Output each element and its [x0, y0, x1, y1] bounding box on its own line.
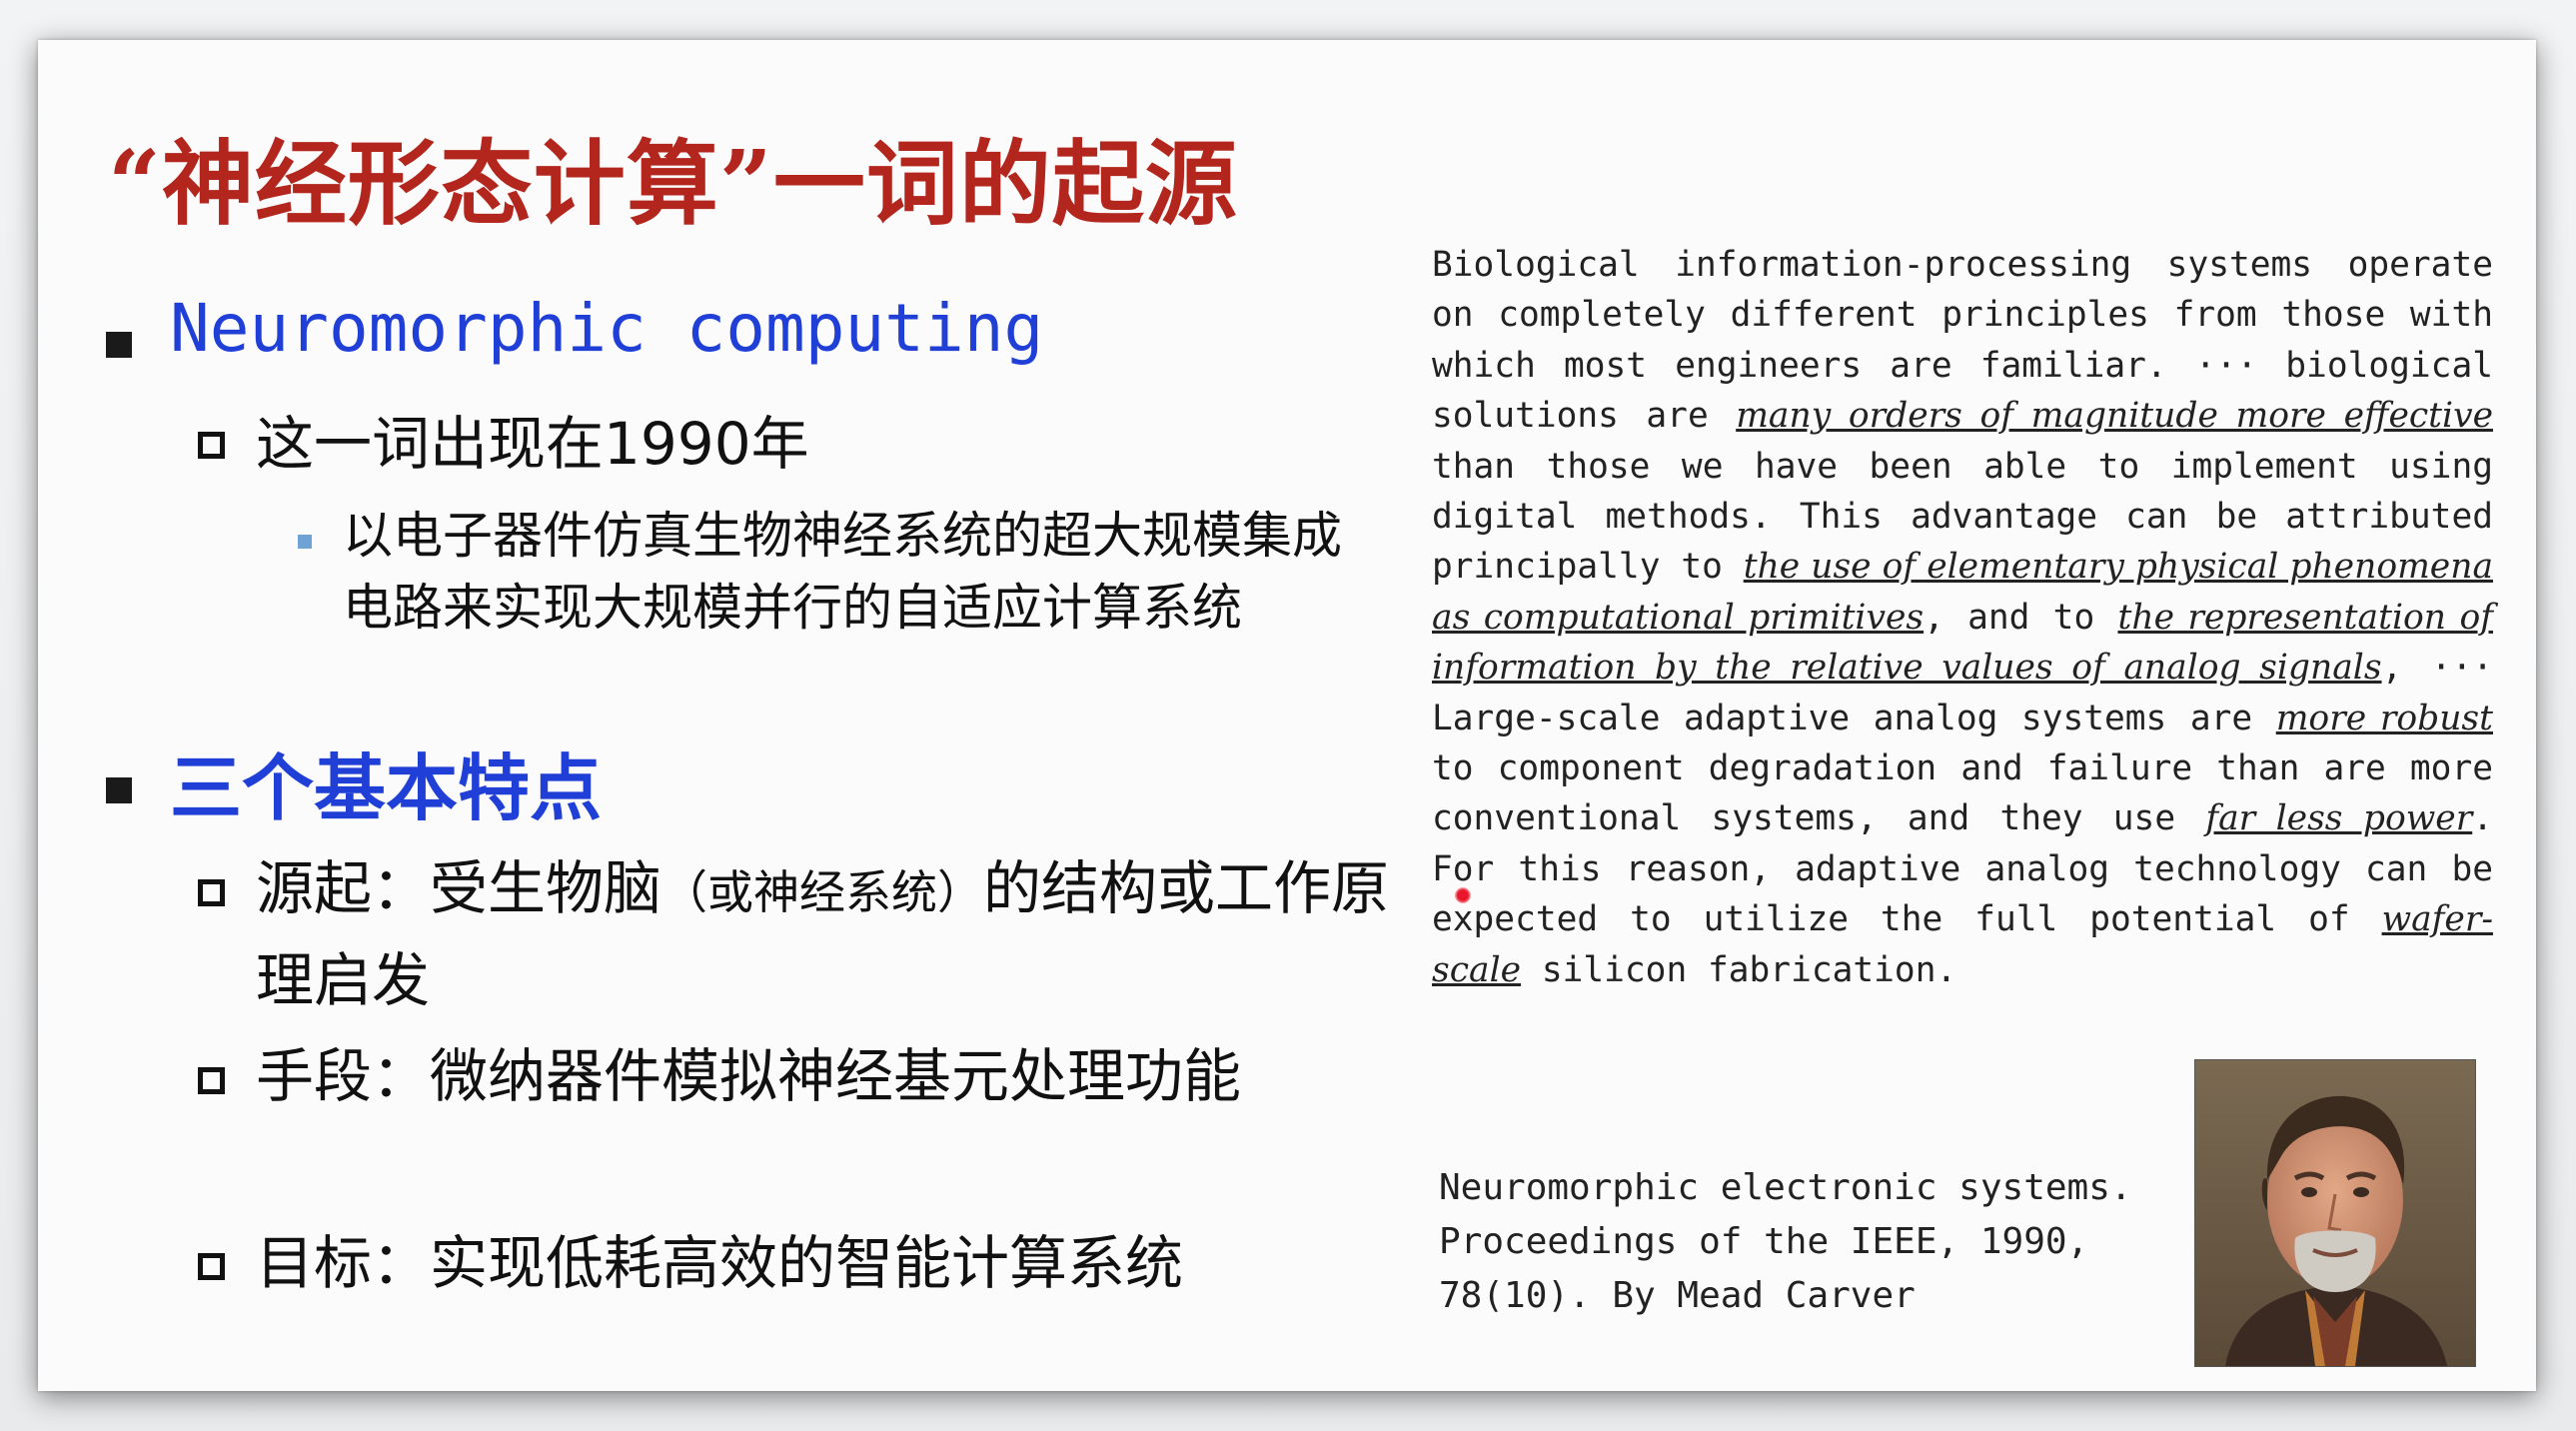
screen-frame: “神经形态计算”一词的起源 Neuromorphic computing 这一词…	[0, 0, 2576, 1431]
quote-highlight: more robust	[2275, 698, 2493, 738]
citation-line: Proceedings of the IEEE, 1990,	[1439, 1221, 2089, 1262]
sub-item-year: 这一词出现在1990年	[256, 410, 809, 478]
citation-line: 78(10). By Mead Carver	[1439, 1275, 1916, 1316]
mead-quote: Biological information-processing system…	[1432, 240, 2493, 995]
bullet-hollow-icon	[198, 432, 225, 459]
bullet-hollow-icon	[198, 879, 225, 906]
section-heading-features: 三个基本特点	[170, 746, 603, 830]
quote-text: silicon fabrication.	[1521, 949, 1957, 990]
bullet-hollow-icon	[198, 1067, 225, 1094]
feature-origin-main: 源起：受生物脑	[256, 854, 662, 922]
section-heading-neuromorphic: Neuromorphic computing	[170, 290, 1044, 367]
bullet-hollow-icon	[198, 1253, 225, 1280]
quote-text: , and to	[1924, 597, 2118, 638]
portrait-illustration	[2195, 1060, 2475, 1366]
citation-line: Neuromorphic electronic systems.	[1439, 1167, 2132, 1208]
slide-title: “神经形态计算”一词的起源	[108, 130, 1238, 238]
portrait-photo	[2194, 1059, 2476, 1367]
citation: Neuromorphic electronic systems. Proceed…	[1439, 1161, 2198, 1323]
feature-origin-paren: （或神经系统）	[661, 865, 984, 919]
bullet-square-icon	[106, 332, 132, 358]
feature-goal: 目标：实现低耗高效的智能计算系统	[256, 1229, 1184, 1297]
feature-origin: 源起：受生物脑（或神经系统）的结构或工作原理启发	[256, 844, 1405, 1024]
bullet-small-icon	[298, 535, 312, 549]
feature-means: 手段：微纳器件模拟神经基元处理功能	[256, 1042, 1242, 1110]
bullet-square-icon	[106, 777, 132, 803]
slide: “神经形态计算”一词的起源 Neuromorphic computing 这一词…	[38, 40, 2536, 1391]
pointer-dot-icon	[1455, 887, 1471, 903]
quote-highlight: far less power	[2205, 798, 2473, 839]
sub-detail-definition: 以电子器件仿真生物神经系统的超大规模集成电路来实现大规模并行的自适应计算系统	[343, 507, 1342, 637]
quote-highlight: many orders of magnitude more effective	[1736, 396, 2493, 437]
